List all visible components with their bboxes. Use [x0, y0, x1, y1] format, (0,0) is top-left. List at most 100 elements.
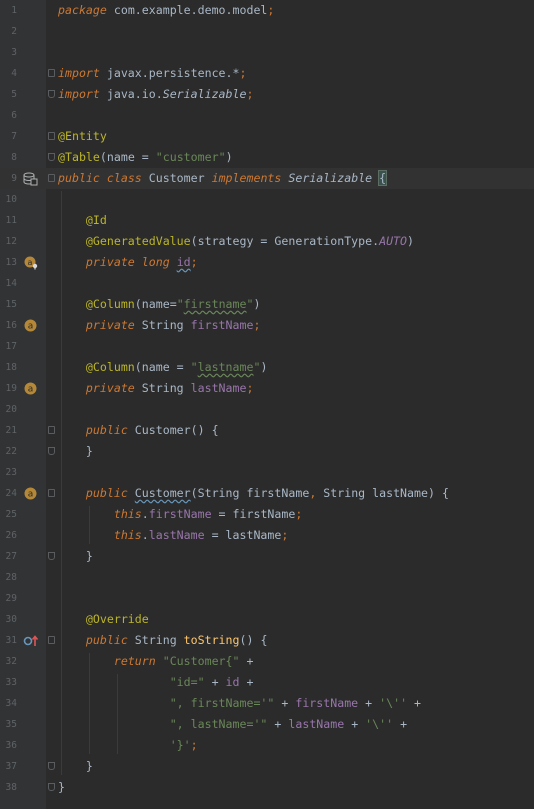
- code-editor[interactable]: 1 package com.example.demo.model; 2 3 4 impor…: [0, 0, 534, 809]
- code-line[interactable]: 13 private long id; a: [0, 252, 534, 273]
- code-line[interactable]: 24 public Customer(String firstName, Str…: [0, 483, 534, 504]
- column-icon[interactable]: a: [24, 319, 37, 335]
- indent-guide: [89, 506, 90, 544]
- code-line[interactable]: 32 return "Customer{" +: [0, 651, 534, 672]
- code-line[interactable]: 7 @Entity: [0, 126, 534, 147]
- code-text[interactable]: public String toString() {: [58, 630, 268, 651]
- line-number: 30: [5, 614, 17, 625]
- code-line[interactable]: 34 ", firstName='" + firstName + '\'' +: [0, 693, 534, 714]
- code-line[interactable]: 18 @Column(name = "lastname"): [0, 357, 534, 378]
- code-line[interactable]: 22 }: [0, 441, 534, 462]
- code-line[interactable]: 16 private String firstName; a: [0, 315, 534, 336]
- code-line[interactable]: 27 }: [0, 546, 534, 567]
- line-number: 15: [5, 299, 17, 310]
- code-line[interactable]: 17: [0, 336, 534, 357]
- code-text[interactable]: '}';: [58, 735, 198, 756]
- column-icon[interactable]: a: [24, 487, 37, 503]
- code-text[interactable]: private String lastName;: [58, 378, 254, 399]
- code-text[interactable]: }: [58, 546, 93, 567]
- code-line[interactable]: 31 public String toString() {: [0, 630, 534, 651]
- code-line[interactable]: 5 import java.io.Serializable;: [0, 84, 534, 105]
- code-line[interactable]: 19 private String lastName; a: [0, 378, 534, 399]
- code-line[interactable]: 25 this.firstName = firstName;: [0, 504, 534, 525]
- code-text[interactable]: }: [58, 441, 93, 462]
- code-text[interactable]: @Override: [58, 609, 149, 630]
- fold-end-icon[interactable]: [48, 153, 55, 161]
- code-text[interactable]: "id=" + id +: [58, 672, 254, 693]
- code-line[interactable]: 15 @Column(name="firstname"): [0, 294, 534, 315]
- code-line[interactable]: 2: [0, 21, 534, 42]
- code-line[interactable]: 14: [0, 273, 534, 294]
- code-line[interactable]: 12 @GeneratedValue(strategy = Generation…: [0, 231, 534, 252]
- code-line[interactable]: 30 @Override: [0, 609, 534, 630]
- code-line[interactable]: 20: [0, 399, 534, 420]
- code-text[interactable]: ", lastName='" + lastName + '\'' +: [58, 714, 407, 735]
- code-line[interactable]: 33 "id=" + id +: [0, 672, 534, 693]
- code-line[interactable]: 28: [0, 567, 534, 588]
- code-line[interactable]: 10: [0, 189, 534, 210]
- line-number: 31: [5, 635, 17, 646]
- code-text[interactable]: return "Customer{" +: [58, 651, 254, 672]
- fold-end-icon[interactable]: [48, 783, 55, 791]
- code-text[interactable]: public class Customer implements Seriali…: [58, 168, 388, 189]
- fold-toggle-icon[interactable]: [48, 636, 55, 644]
- fold-end-icon[interactable]: [48, 762, 55, 770]
- code-line[interactable]: 26 this.lastName = lastName;: [0, 525, 534, 546]
- code-text[interactable]: import javax.persistence.*;: [58, 63, 246, 84]
- code-text[interactable]: }: [58, 777, 65, 798]
- code-text[interactable]: this.firstName = firstName;: [58, 504, 302, 525]
- code-text[interactable]: @Column(name = "lastname"): [58, 357, 268, 378]
- line-number: 9: [11, 173, 17, 184]
- code-line[interactable]: 23: [0, 462, 534, 483]
- line-number: 16: [5, 320, 17, 331]
- line-number: 38: [5, 782, 17, 793]
- code-text[interactable]: import java.io.Serializable;: [58, 84, 253, 105]
- code-line[interactable]: 9 public class Customer implements Serial…: [0, 168, 534, 189]
- code-text[interactable]: @Table(name = "customer"): [58, 147, 233, 168]
- line-number: 22: [5, 446, 17, 457]
- code-text[interactable]: @Id: [58, 210, 107, 231]
- fold-toggle-icon[interactable]: [48, 174, 55, 182]
- fold-toggle-icon[interactable]: [48, 132, 55, 140]
- fold-end-icon[interactable]: [48, 90, 55, 98]
- fold-toggle-icon[interactable]: [48, 489, 55, 497]
- code-line[interactable]: 4 import javax.persistence.*;: [0, 63, 534, 84]
- code-text[interactable]: package com.example.demo.model;: [58, 0, 274, 21]
- line-number: 14: [5, 278, 17, 289]
- code-text[interactable]: private String firstName;: [58, 315, 261, 336]
- fold-toggle-icon[interactable]: [48, 69, 55, 77]
- code-text[interactable]: ", firstName='" + firstName + '\'' +: [58, 693, 421, 714]
- column-icon[interactable]: a: [24, 382, 37, 398]
- code-text[interactable]: }: [58, 756, 93, 777]
- code-text[interactable]: this.lastName = lastName;: [58, 525, 289, 546]
- code-line[interactable]: 8 @Table(name = "customer"): [0, 147, 534, 168]
- code-line[interactable]: 37 }: [0, 756, 534, 777]
- code-text[interactable]: public Customer(String firstName, String…: [58, 483, 449, 504]
- code-text[interactable]: @Column(name="firstname"): [58, 294, 261, 315]
- code-text[interactable]: private long id;: [58, 252, 198, 273]
- code-line[interactable]: 21 public Customer() {: [0, 420, 534, 441]
- code-text[interactable]: @Entity: [58, 126, 107, 147]
- code-line[interactable]: 35 ", lastName='" + lastName + '\'' +: [0, 714, 534, 735]
- fold-end-icon[interactable]: [48, 447, 55, 455]
- code-line[interactable]: 36 '}';: [0, 735, 534, 756]
- code-line[interactable]: 11 @Id: [0, 210, 534, 231]
- override-method-icon[interactable]: [23, 634, 39, 651]
- line-number: 10: [5, 194, 17, 205]
- code-text[interactable]: public Customer() {: [58, 420, 219, 441]
- line-number: 28: [5, 572, 17, 583]
- line-number: 4: [11, 68, 17, 79]
- svg-text:a: a: [28, 258, 33, 267]
- code-line[interactable]: 6: [0, 105, 534, 126]
- code-line[interactable]: 1 package com.example.demo.model;: [0, 0, 534, 21]
- code-line[interactable]: 38}: [0, 777, 534, 798]
- code-line[interactable]: 3: [0, 42, 534, 63]
- fold-end-icon[interactable]: [48, 552, 55, 560]
- fold-toggle-icon[interactable]: [48, 426, 55, 434]
- database-icon[interactable]: [23, 172, 38, 189]
- line-number: 32: [5, 656, 17, 667]
- key-field-icon[interactable]: a: [24, 256, 38, 273]
- code-line[interactable]: 29: [0, 588, 534, 609]
- code-text[interactable]: @GeneratedValue(strategy = GenerationTyp…: [58, 231, 414, 252]
- line-number: 25: [5, 509, 17, 520]
